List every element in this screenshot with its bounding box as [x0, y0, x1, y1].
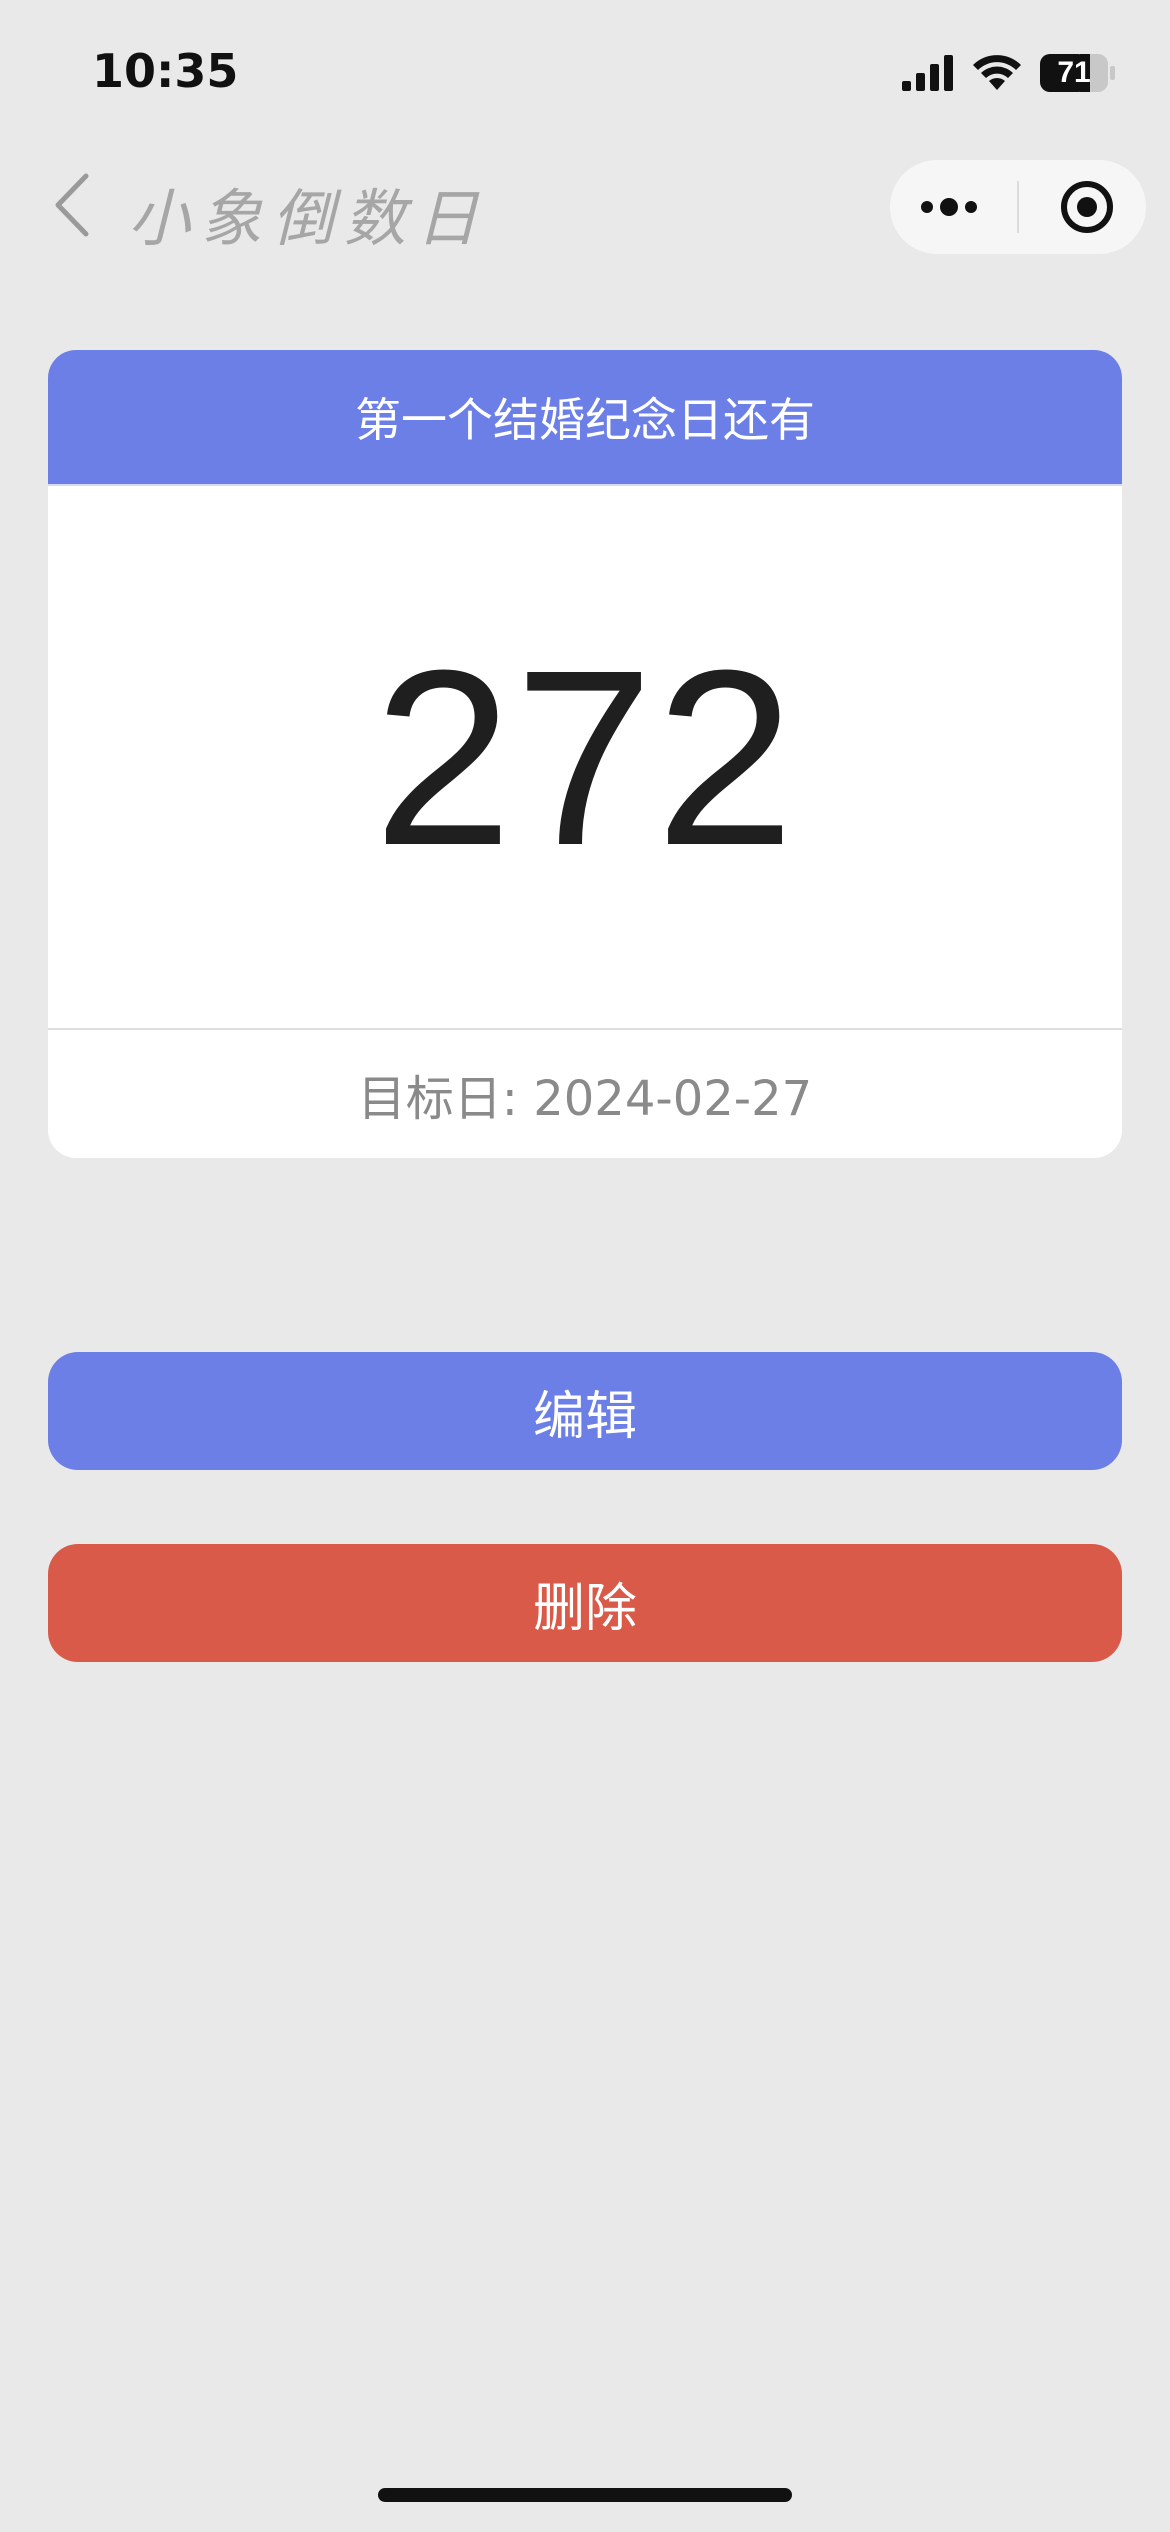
target-circle-icon — [1061, 181, 1113, 233]
status-bar: 10:35 71 — [0, 0, 1170, 140]
card-body: 272 — [48, 486, 1122, 1030]
more-options-button[interactable] — [899, 167, 999, 247]
back-chevron-icon[interactable] — [50, 172, 98, 238]
edit-button[interactable]: 编辑 — [48, 1352, 1122, 1470]
target-date: 目标日: 2024-02-27 — [357, 1071, 813, 1127]
page-title: 小象倒数日 — [128, 182, 489, 255]
card-header: 第一个结婚纪念日还有 — [48, 350, 1122, 486]
mini-program-capsule — [890, 160, 1146, 254]
battery-level: 71 — [1057, 56, 1091, 89]
cellular-signal-icon — [902, 55, 954, 91]
navigation-bar: 小象倒数日 — [0, 150, 1170, 260]
countdown-card: 第一个结婚纪念日还有 272 目标日: 2024-02-27 — [48, 350, 1122, 1158]
status-icons: 71 — [902, 50, 1116, 96]
battery-icon: 71 — [1040, 54, 1116, 92]
days-remaining: 272 — [373, 617, 797, 897]
capsule-divider — [1017, 181, 1019, 233]
close-mini-program-button[interactable] — [1037, 167, 1137, 247]
status-time: 10:35 — [92, 44, 239, 98]
home-indicator — [378, 2488, 792, 2502]
delete-button[interactable]: 删除 — [48, 1544, 1122, 1662]
more-dots-icon — [921, 198, 977, 216]
wifi-icon — [972, 54, 1022, 92]
